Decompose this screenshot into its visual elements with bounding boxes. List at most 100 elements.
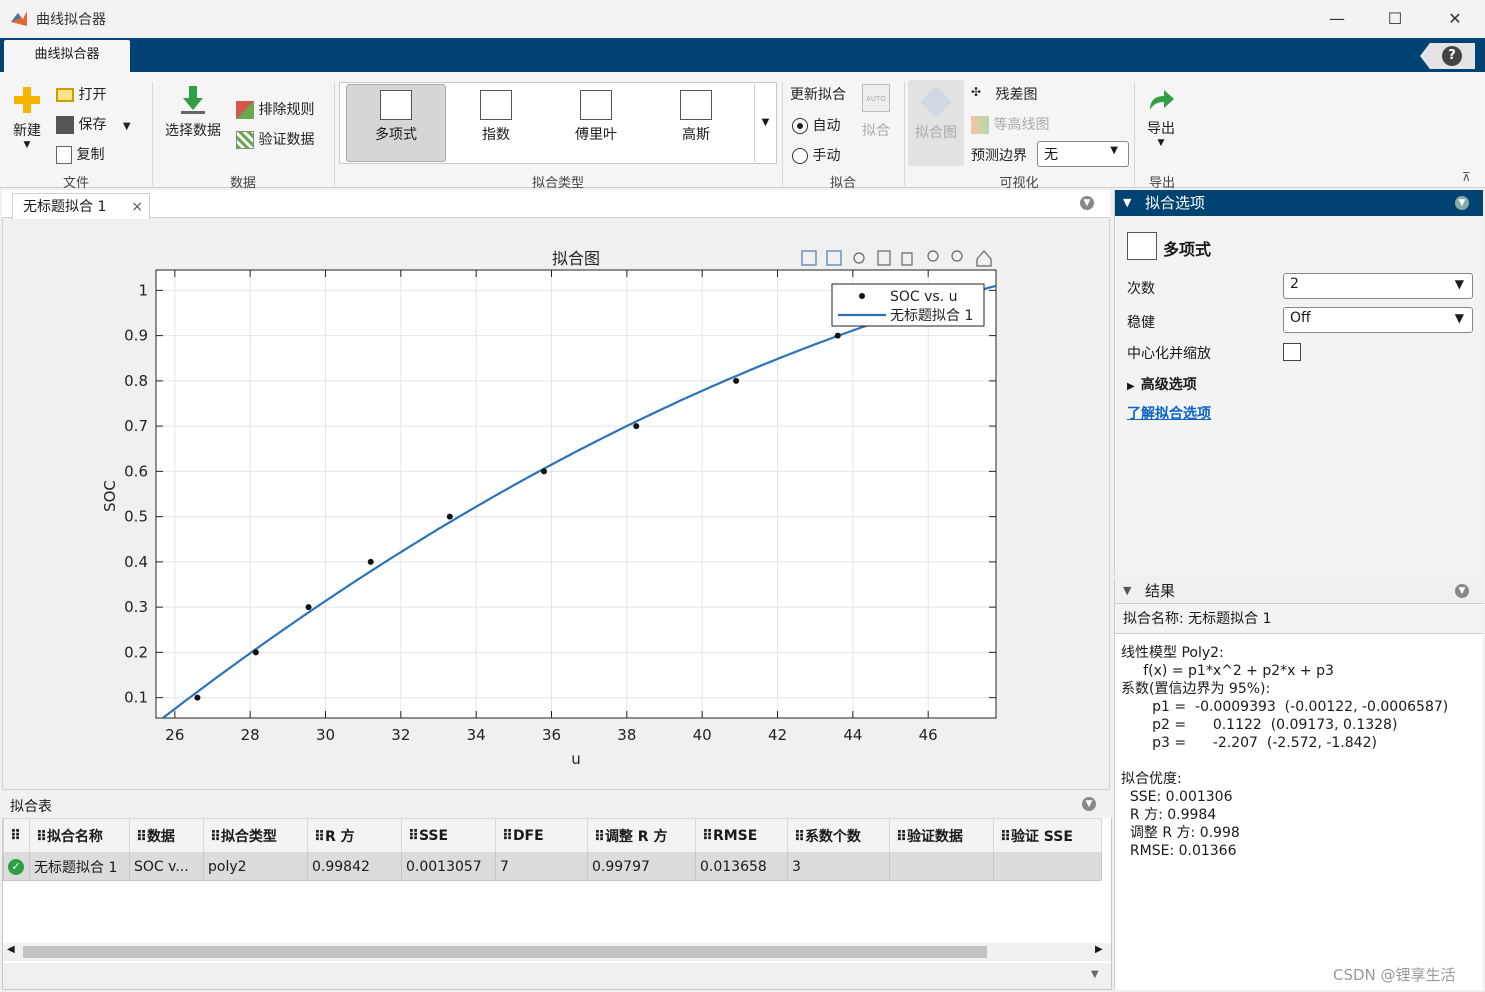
table-cell[interactable]: 0.99797 xyxy=(587,852,696,881)
document-tab[interactable]: 无标题拟合 1 × xyxy=(12,193,150,219)
brush-icon[interactable] xyxy=(801,250,817,266)
new-button[interactable]: 新建 ▼ xyxy=(8,84,46,150)
data-point xyxy=(834,332,841,339)
column-header[interactable]: ⠿拟合名称 xyxy=(29,818,130,853)
copy-label: 复制 xyxy=(76,147,105,163)
column-header[interactable]: ⠿拟合类型 xyxy=(203,818,308,853)
open-button[interactable]: 打开 xyxy=(56,84,106,104)
import-arrow-icon xyxy=(181,86,205,114)
fit-type-exponential[interactable]: 指数 xyxy=(448,84,544,162)
minimize-button[interactable]: — xyxy=(1322,6,1352,32)
auto-radio[interactable]: 自动 xyxy=(792,115,840,135)
panel-menu-icon[interactable]: ▼ xyxy=(1455,196,1469,210)
column-header[interactable]: ⠿调整 R 方 xyxy=(587,818,696,853)
panel-menu-icon[interactable]: ▼ xyxy=(1080,196,1094,210)
y-tick-label: 0.3 xyxy=(124,598,148,616)
results-fit-name: 拟合名称: 无标题拟合 1 xyxy=(1115,604,1483,634)
fit-type-polynomial[interactable]: 多项式 xyxy=(348,84,444,162)
maximize-button[interactable]: ☐ xyxy=(1380,6,1410,32)
data-grid-icon[interactable] xyxy=(826,250,842,266)
prediction-bounds-select[interactable]: 无 ▼ xyxy=(1037,141,1129,167)
collapse-ribbon-icon[interactable]: ⊼ xyxy=(1462,170,1471,184)
fit-button[interactable]: AUTO 拟合 xyxy=(856,84,896,140)
scroll-right-icon[interactable]: ▶ xyxy=(1095,944,1103,955)
app-tab[interactable]: 曲线拟合器 xyxy=(4,40,130,74)
collapse-icon[interactable]: ▼ xyxy=(1123,190,1131,216)
exponential-icon xyxy=(480,90,512,120)
learn-fit-options-link[interactable]: 了解拟合选项 xyxy=(1127,403,1211,423)
data-point xyxy=(367,558,374,565)
degree-select[interactable]: 2 ▼ xyxy=(1283,273,1473,299)
panel-menu-icon[interactable]: ▼ xyxy=(1455,584,1469,598)
save-button[interactable]: 保存 ▼ xyxy=(56,114,131,134)
table-row[interactable]: ✓ 无标题拟合 1 SOC v... poly2 0.99842 0.0013057 7 0.… xyxy=(3,852,1102,881)
plus-icon xyxy=(14,87,40,113)
expand-down-icon[interactable]: ▼ xyxy=(1091,969,1099,980)
collapse-icon[interactable]: ▼ xyxy=(1123,578,1131,604)
center-scale-checkbox[interactable] xyxy=(1283,343,1301,361)
manual-radio[interactable]: 手动 xyxy=(792,145,840,165)
fit-type-gaussian[interactable]: 高斯 xyxy=(648,84,744,162)
column-header[interactable]: ⠿数据 xyxy=(129,818,204,853)
copy-button[interactable]: 复制 xyxy=(56,144,104,164)
pan-icon[interactable] xyxy=(901,252,913,266)
fit-options-title: 拟合选项 xyxy=(1145,194,1206,212)
close-window-button[interactable]: ✕ xyxy=(1440,6,1470,32)
data-group-label: 数据 xyxy=(229,176,256,191)
robust-value: Off xyxy=(1290,310,1311,326)
export-button[interactable]: 导出 ▼ xyxy=(1142,84,1180,148)
zoom-in-icon[interactable] xyxy=(927,250,939,262)
fourier-icon xyxy=(580,90,612,120)
column-header[interactable]: ⠿DFE xyxy=(495,818,588,853)
fit-type-label: 多项式 xyxy=(375,127,417,143)
horizontal-scrollbar[interactable]: ◀ ▶ xyxy=(3,943,1111,961)
validate-data-button[interactable]: 验证数据 xyxy=(236,129,314,149)
table-cell[interactable]: 0.013658 xyxy=(695,852,788,881)
table-cell[interactable]: 0.0013057 xyxy=(401,852,496,881)
table-cell[interactable]: 无标题拟合 1 xyxy=(29,852,130,881)
fit-plot-button[interactable]: 拟合图 xyxy=(908,80,964,166)
home-icon[interactable] xyxy=(976,250,992,267)
table-cell[interactable]: SOC v... xyxy=(129,852,204,881)
legend-toggle-icon[interactable] xyxy=(877,250,891,266)
window-title: 曲线拟合器 xyxy=(36,12,106,28)
data-tips-icon[interactable] xyxy=(853,252,865,264)
robust-select[interactable]: Off ▼ xyxy=(1283,307,1473,333)
fit-table-wrap: ⠿ ⠿拟合名称 ⠿数据 ⠿拟合类型 ⠿R 方 ⠿SSE ⠿DFE ⠿调整 R 方 ⠿RMSE ⠿… xyxy=(3,818,1111,881)
polynomial-icon xyxy=(380,90,412,120)
help-button[interactable]: ? xyxy=(1420,43,1475,69)
table-cell[interactable]: 3 xyxy=(787,852,890,881)
x-tick-label: 32 xyxy=(391,726,410,744)
x-tick-label: 46 xyxy=(919,726,938,744)
table-cell[interactable] xyxy=(993,852,1102,881)
zoom-out-icon[interactable] xyxy=(951,250,963,262)
scrollbar-thumb[interactable] xyxy=(23,946,987,958)
advanced-label: 高级选项 xyxy=(1140,377,1197,393)
contour-plot-button[interactable]: 等高线图 xyxy=(971,114,1049,134)
results-panel: ▼ 结果 ▼ 拟合名称: 无标题拟合 1 线性模型 Poly2: f(x) = … xyxy=(1114,578,1483,990)
table-cell[interactable]: poly2 xyxy=(203,852,308,881)
column-header[interactable]: ⠿R 方 xyxy=(307,818,402,853)
table-cell[interactable] xyxy=(889,852,994,881)
table-cell[interactable]: 0.99842 xyxy=(307,852,402,881)
column-header[interactable]: ⠿系数个数 xyxy=(787,818,890,853)
close-tab-icon[interactable]: × xyxy=(131,194,143,220)
residual-plot-button[interactable]: ✣ 残差图 xyxy=(971,84,1037,105)
gallery-expand-button[interactable]: ▼ xyxy=(754,84,776,162)
column-header[interactable]: ⠿验证数据 xyxy=(889,818,994,853)
column-header[interactable]: ⠿SSE xyxy=(401,818,496,853)
plot-area: 26 28 30 32 34 36 38 40 42 44 46 0.1 0.2 0.3 0.4 0.5 0.6… xyxy=(124,269,997,744)
exclude-rules-button[interactable]: 排除规则 xyxy=(236,99,314,119)
fit-options-header: ▼ 拟合选项 ▼ xyxy=(1115,190,1483,216)
select-data-button[interactable]: 选择数据 xyxy=(160,84,226,140)
scroll-left-icon[interactable]: ◀ xyxy=(7,944,15,955)
column-header[interactable]: ⠿验证 SSE xyxy=(993,818,1102,853)
data-point xyxy=(252,649,259,656)
y-tick-label: 0.9 xyxy=(124,327,148,345)
column-header[interactable]: ⠿RMSE xyxy=(695,818,788,853)
panel-menu-icon[interactable]: ▼ xyxy=(1082,797,1096,811)
advanced-options-toggle[interactable]: ▶ 高级选项 xyxy=(1127,374,1197,394)
table-cell[interactable]: 7 xyxy=(495,852,588,881)
fit-type-fourier[interactable]: 傅里叶 xyxy=(548,84,644,162)
table-header-row: ⠿ ⠿拟合名称 ⠿数据 ⠿拟合类型 ⠿R 方 ⠿SSE ⠿DFE ⠿调整 R 方 ⠿RMSE ⠿… xyxy=(3,818,1102,853)
